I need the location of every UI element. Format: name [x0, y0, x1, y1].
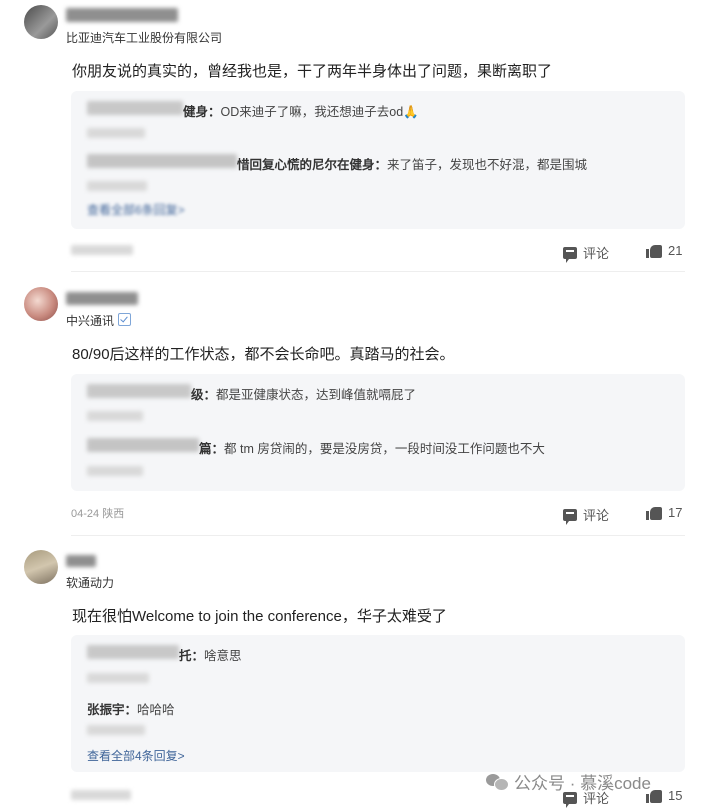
comment-card: 软通动力 现在很怕Welcome to join the conference，… [0, 0, 705, 809]
watermark-text: 公众号 · 慕溪code [514, 774, 651, 793]
view-all-replies-link[interactable]: 查看全部4条回复> [87, 747, 185, 764]
reply-item: 托：啥意思 [179, 645, 242, 664]
watermark: 公众号 · 慕溪code [486, 769, 651, 794]
reply-box: 托：啥意思 张振宇：哈哈哈 查看全部4条回复> [71, 635, 685, 772]
username-redacted [66, 555, 96, 567]
avatar[interactable] [24, 550, 58, 584]
reply-item: 张振宇：哈哈哈 [87, 699, 175, 718]
company-label: 软通动力 [66, 576, 115, 590]
reply-time-redacted [87, 673, 149, 683]
reply-author[interactable]: 托： [179, 649, 204, 663]
wechat-icon [486, 773, 509, 791]
like-button[interactable]: 15 [646, 788, 682, 803]
reply-author[interactable]: 张振宇： [87, 703, 137, 717]
meta-redacted [71, 790, 131, 800]
like-count: 15 [668, 788, 683, 803]
reply-text: 哈哈哈 [137, 703, 175, 717]
comment-text: 现在很怕Welcome to join the conference，华子太难受… [72, 608, 447, 625]
reply-author-redacted [87, 645, 179, 659]
reply-text: 啥意思 [204, 649, 242, 663]
reply-time-redacted [87, 725, 145, 735]
